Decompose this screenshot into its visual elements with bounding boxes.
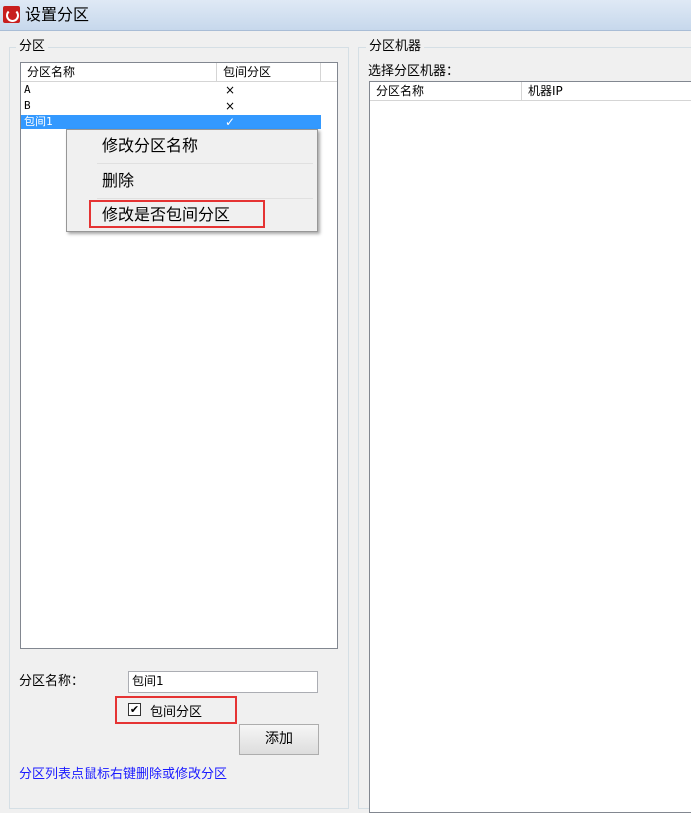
partition-name-input[interactable]: 包间1 [128,671,318,693]
menu-item-rename-partition[interactable]: 修改分区名称 [70,131,314,161]
partition-name-label: 分区名称： [19,674,85,689]
column-header-partition-name[interactable]: 分区名称 [370,82,522,100]
menu-separator [97,198,313,199]
machine-group-legend: 分区机器 [366,39,425,55]
menu-item-delete[interactable]: 删除 [70,166,314,196]
cross-icon: × [225,99,236,113]
machine-list[interactable]: 分区名称 机器IP [369,81,691,813]
title-bar[interactable]: 设置分区 [0,0,691,31]
menu-separator [97,163,313,164]
partition-list-header: 分区名称 包间分区 [21,63,337,82]
list-item[interactable]: B × [21,99,321,113]
window-title: 设置分区 [25,5,90,24]
cross-icon: × [225,83,236,97]
checkmark-icon: ✓ [225,115,236,129]
highlight-box-checkbox [115,696,237,724]
partition-group-legend: 分区 [16,39,49,55]
app-icon [3,6,20,23]
column-header-partition-name[interactable]: 分区名称 [21,63,217,81]
list-item[interactable]: A × [21,83,321,97]
column-header-machine-ip[interactable]: 机器IP [522,82,691,100]
row-partition-name: 包间1 [24,115,53,128]
row-partition-name: B [24,99,31,112]
list-item-selected[interactable]: 包间1 ✓ [21,115,321,129]
add-button[interactable]: 添加 [239,724,319,755]
column-header-private-room[interactable]: 包间分区 [217,63,321,81]
select-machine-label: 选择分区机器： [368,64,460,79]
row-partition-name: A [24,83,31,96]
machine-list-header: 分区名称 机器IP [370,82,691,101]
highlight-box-menu-item [89,200,265,228]
usage-hint: 分区列表点鼠标右键删除或修改分区 [19,767,228,782]
